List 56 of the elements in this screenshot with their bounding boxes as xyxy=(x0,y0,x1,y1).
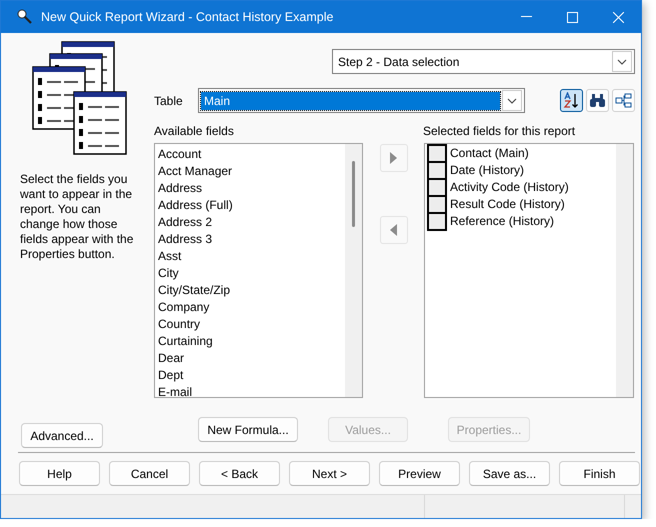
selected-fields-list[interactable]: Contact (Main) Date (History) Activity Code (History) Result Code (History) Reference (History) xyxy=(424,143,634,398)
step-dropdown[interactable]: Step 2 - Data selection xyxy=(332,49,635,74)
scrollbar[interactable] xyxy=(345,144,362,397)
field-item[interactable]: Asst xyxy=(158,248,345,265)
table-label: Table xyxy=(154,94,184,108)
field-item[interactable]: Contact (Main) xyxy=(450,145,529,162)
available-fields-list[interactable]: Account Acct Manager Address Address (Full) Address 2 Address 3 Asst City City/State/Zip Company Country Curtaining Dear Dept E-mail xyxy=(154,143,363,398)
instructions-text: Select the fields you want to appear in the report. You can change how those fields appear with the Properties button. xyxy=(20,172,134,262)
wizard-button[interactable]: Preview xyxy=(379,461,460,486)
field-item[interactable]: Dear xyxy=(158,350,345,367)
field-item[interactable]: Acct Manager xyxy=(158,163,345,180)
chevron-down-icon xyxy=(507,98,517,104)
chevron-down-icon xyxy=(617,58,627,64)
minimize-icon xyxy=(520,16,532,18)
field-item[interactable]: Country xyxy=(158,316,345,333)
triangle-right-icon xyxy=(390,152,397,164)
report-pages-icon xyxy=(30,40,128,155)
row-marker xyxy=(427,212,447,231)
sort-button[interactable] xyxy=(560,89,583,112)
wizard-button[interactable]: Finish xyxy=(559,461,640,486)
field-item[interactable]: Dept xyxy=(158,367,345,384)
available-fields-label: Available fields xyxy=(154,124,235,138)
triangle-left-icon xyxy=(390,224,397,236)
add-field-button[interactable] xyxy=(380,144,408,172)
table-dropdown[interactable]: Main xyxy=(198,88,525,113)
field-item[interactable]: Company xyxy=(158,299,345,316)
field-item[interactable]: Address xyxy=(158,180,345,197)
hierarchy-icon xyxy=(615,93,632,108)
field-item[interactable]: Address 3 xyxy=(158,231,345,248)
field-item[interactable]: E-mail xyxy=(158,384,345,397)
wizard-button[interactable]: < Back xyxy=(199,461,280,486)
field-item[interactable]: Account xyxy=(158,146,345,163)
field-item[interactable]: Result Code (History) xyxy=(450,196,565,213)
wizard-button[interactable]: Next > xyxy=(289,461,370,486)
tree-button[interactable] xyxy=(612,89,635,112)
field-action-button[interactable]: New Formula... xyxy=(198,417,298,442)
field-item[interactable]: Date (History) xyxy=(450,162,524,179)
maximize-icon xyxy=(566,12,578,22)
field-item[interactable]: Curtaining xyxy=(158,333,345,350)
field-item[interactable]: City xyxy=(158,265,345,282)
field-item[interactable]: Activity Code (History) xyxy=(450,179,569,196)
field-item[interactable]: Address (Full) xyxy=(158,197,345,214)
window-title: New Quick Report Wizard - Contact History Example xyxy=(41,10,334,24)
field-item[interactable]: Reference (History) xyxy=(450,213,554,230)
sort-az-icon xyxy=(563,92,580,109)
find-button[interactable] xyxy=(586,89,609,112)
binoculars-icon xyxy=(589,93,606,108)
remove-field-button[interactable] xyxy=(380,216,408,244)
selected-fields-label: Selected fields for this report xyxy=(423,124,576,138)
field-item[interactable]: Address 2 xyxy=(158,214,345,231)
wizard-button[interactable]: Save as... xyxy=(469,461,550,486)
wizard-button[interactable]: Cancel xyxy=(109,461,190,486)
field-action-button[interactable]: Advanced... xyxy=(21,423,103,448)
close-icon xyxy=(612,12,624,22)
wizard-button[interactable]: Help xyxy=(19,461,100,486)
field-item[interactable]: City/State/Zip xyxy=(158,282,345,299)
